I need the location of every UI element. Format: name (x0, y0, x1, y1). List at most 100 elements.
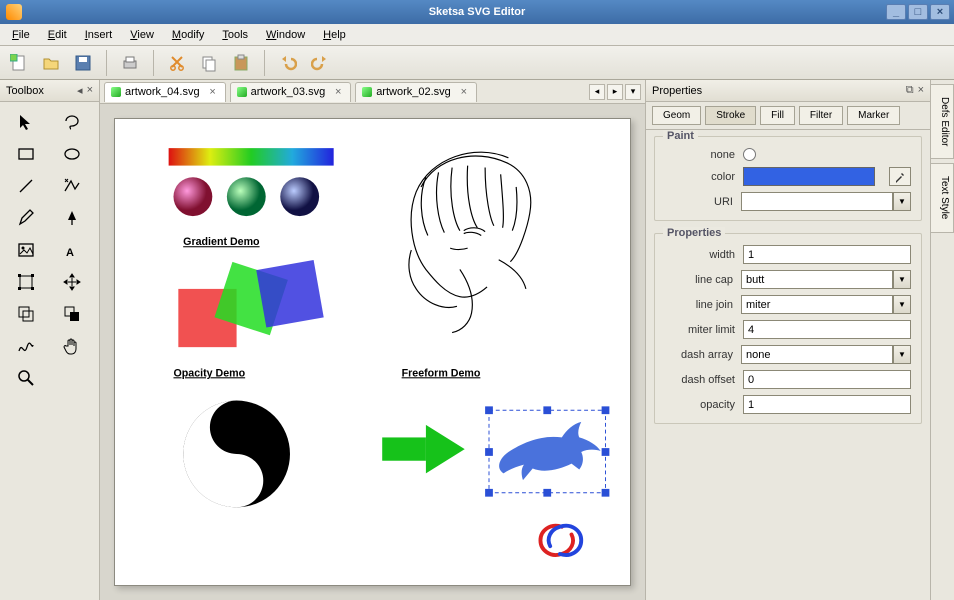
tool-freehand[interactable] (6, 332, 46, 360)
toolbox-title: Toolbox (6, 85, 44, 97)
dasharray-dropdown[interactable]: ▼ (893, 345, 911, 364)
tool-text[interactable]: A (52, 236, 92, 264)
paint-uri-input[interactable] (741, 192, 893, 211)
tool-path-combine[interactable] (52, 300, 92, 328)
copy-button[interactable] (196, 50, 222, 76)
prop-tab-geom[interactable]: Geom (652, 106, 701, 125)
eyedropper-button[interactable] (889, 167, 911, 186)
tab-nav-menu[interactable]: ▾ (625, 84, 641, 100)
canvas[interactable]: Gradient Demo Opacity Demo (114, 118, 631, 586)
save-button[interactable] (70, 50, 96, 76)
toolbox-pin-icon[interactable]: ◂ (77, 84, 83, 97)
menu-tools[interactable]: Tools (214, 27, 256, 43)
tool-lasso[interactable] (52, 108, 92, 136)
tab-close-icon[interactable]: × (207, 86, 219, 98)
new-file-button[interactable] (6, 50, 32, 76)
miterlimit-input[interactable] (743, 320, 911, 339)
tool-arrow-cursor[interactable] (6, 108, 46, 136)
tab-artwork-02[interactable]: artwork_02.svg × (355, 82, 477, 102)
menubar: File Edit Insert View Modify Tools Windo… (0, 24, 954, 46)
tool-pen[interactable] (6, 204, 46, 232)
paint-color-label: color (665, 171, 735, 183)
dashoffset-input[interactable] (743, 370, 911, 389)
opacity-label: opacity (665, 399, 735, 411)
width-label: width (665, 249, 735, 261)
side-tabs: Defs Editor Text Style (930, 80, 954, 600)
dashoffset-label: dash offset (665, 374, 735, 386)
menu-file[interactable]: File (4, 27, 38, 43)
open-file-button[interactable] (38, 50, 64, 76)
tab-close-icon[interactable]: × (332, 86, 344, 98)
document-tabs: artwork_04.svg× artwork_03.svg× artwork_… (100, 80, 645, 104)
toolbox-panel: Toolbox ◂ × A (0, 80, 100, 600)
sidetab-text-style[interactable]: Text Style (931, 163, 954, 232)
menu-modify[interactable]: Modify (164, 27, 212, 43)
tool-transform[interactable] (6, 268, 46, 296)
paint-group: Paint none color URI ▼ (654, 136, 922, 221)
prop-tab-filter[interactable]: Filter (799, 106, 843, 125)
redo-button[interactable] (307, 50, 333, 76)
properties-pin-icon[interactable]: ⧉ (906, 84, 914, 97)
dasharray-input[interactable] (741, 345, 893, 364)
linejoin-dropdown[interactable]: ▼ (893, 295, 911, 314)
tab-label: artwork_02.svg (376, 86, 451, 98)
gradient-demo-label: Gradient Demo (183, 236, 260, 248)
file-icon (362, 87, 372, 97)
tool-hand[interactable] (52, 332, 92, 360)
minimize-button[interactable]: _ (886, 4, 906, 20)
tab-nav-prev[interactable]: ◂ (589, 84, 605, 100)
tab-artwork-03[interactable]: artwork_03.svg× (230, 82, 352, 102)
menu-insert[interactable]: Insert (77, 27, 121, 43)
print-button[interactable] (117, 50, 143, 76)
svg-text:A: A (66, 247, 74, 259)
tool-path-edit[interactable] (6, 300, 46, 328)
opacity-input[interactable] (743, 395, 911, 414)
paint-color-swatch[interactable] (743, 167, 875, 186)
file-icon (111, 87, 121, 97)
toolbox-close-icon[interactable]: × (87, 84, 93, 97)
tab-close-icon[interactable]: × (458, 86, 470, 98)
prop-tab-marker[interactable]: Marker (847, 106, 900, 125)
linejoin-input[interactable] (741, 295, 893, 314)
prop-tab-fill[interactable]: Fill (760, 106, 795, 125)
tool-zoom[interactable] (6, 364, 46, 392)
tool-bezier-pen[interactable] (52, 204, 92, 232)
menu-view[interactable]: View (122, 27, 162, 43)
linecap-input[interactable] (741, 270, 893, 289)
properties-close-icon[interactable]: × (918, 84, 924, 97)
linecap-dropdown[interactable]: ▼ (893, 270, 911, 289)
tab-nav-next[interactable]: ▸ (607, 84, 623, 100)
properties-panel: Properties ⧉× Geom Stroke Fill Filter Ma… (645, 80, 930, 600)
tool-polyline[interactable] (52, 172, 92, 200)
paint-none-label: none (665, 149, 735, 161)
linecap-label: line cap (665, 274, 733, 286)
file-icon (237, 87, 247, 97)
tool-line[interactable] (6, 172, 46, 200)
cut-button[interactable] (164, 50, 190, 76)
sidetab-defs-editor[interactable]: Defs Editor (931, 84, 954, 159)
window-title: Sketsa SVG Editor (429, 6, 526, 18)
maximize-button[interactable]: □ (908, 4, 928, 20)
paste-button[interactable] (228, 50, 254, 76)
menu-edit[interactable]: Edit (40, 27, 75, 43)
freeform-demo-label: Freeform Demo (402, 367, 481, 379)
dasharray-label: dash array (665, 349, 733, 361)
undo-button[interactable] (275, 50, 301, 76)
menu-help[interactable]: Help (315, 27, 354, 43)
close-button[interactable]: × (930, 4, 950, 20)
tool-ellipse[interactable] (52, 140, 92, 168)
tool-image[interactable] (6, 236, 46, 264)
paint-none-radio[interactable] (743, 148, 756, 161)
toolbar (0, 46, 954, 80)
app-icon (6, 4, 22, 20)
miterlimit-label: miter limit (665, 324, 735, 336)
tab-artwork-04[interactable]: artwork_04.svg× (104, 82, 226, 102)
paint-uri-dropdown[interactable]: ▼ (893, 192, 911, 211)
tool-move[interactable] (52, 268, 92, 296)
tool-rectangle[interactable] (6, 140, 46, 168)
width-input[interactable] (743, 245, 911, 264)
opacity-demo-label: Opacity Demo (173, 367, 245, 379)
prop-tab-stroke[interactable]: Stroke (705, 106, 756, 125)
editor-area: artwork_04.svg× artwork_03.svg× artwork_… (100, 80, 645, 600)
menu-window[interactable]: Window (258, 27, 313, 43)
